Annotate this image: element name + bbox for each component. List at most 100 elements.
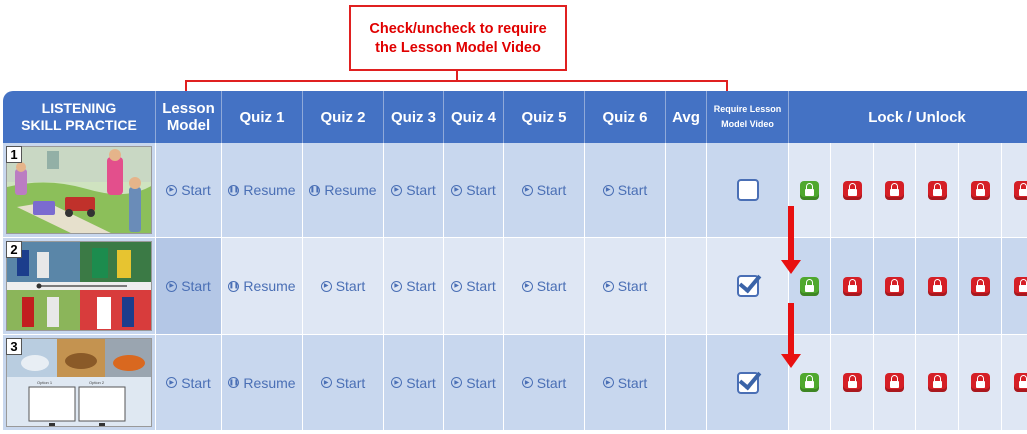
lock-cell	[959, 238, 1002, 335]
header-quiz-1: Quiz 1	[222, 91, 303, 143]
play-circle-icon: ▶	[521, 184, 533, 196]
play-circle-icon: ▶	[602, 280, 614, 292]
quiz5-start-button[interactable]: ▶ Start	[504, 335, 585, 431]
header-avg: Avg	[666, 91, 707, 143]
padlock-red-icon[interactable]	[1013, 276, 1027, 296]
lock-cell	[1002, 143, 1027, 238]
quiz6-start-button[interactable]: ▶ Start	[585, 335, 666, 431]
play-circle-icon: ▶	[166, 377, 178, 388]
action-label: Start	[406, 182, 436, 198]
padlock-red-icon[interactable]	[1013, 180, 1027, 200]
padlock-red-icon[interactable]	[885, 276, 904, 296]
action-label: Resume	[243, 374, 296, 391]
play-circle-icon: ▶	[451, 280, 463, 292]
header-quiz-2: Quiz 2	[303, 91, 384, 143]
header-skill-practice: LISTENING SKILL PRACTICE	[3, 91, 156, 143]
quiz6-start-button[interactable]: ▶ Start	[585, 143, 666, 238]
lesson-start-button[interactable]: ▶ Start	[156, 335, 222, 431]
header-req-line1: Require Lesson	[713, 104, 782, 114]
play-circle-icon: ▶	[602, 184, 614, 196]
require-video-checkbox[interactable]	[736, 179, 759, 201]
require-video-checkbox[interactable]	[736, 275, 759, 297]
quiz2-start-button[interactable]: ▶ Start	[303, 238, 384, 335]
padlock-red-icon[interactable]	[970, 373, 990, 392]
play-circle-icon: ▶	[521, 280, 533, 292]
quiz1-resume-button[interactable]: ❚❚ Resume	[222, 335, 303, 431]
option-1-label: Option 1	[37, 380, 53, 385]
lock-cell	[874, 335, 916, 431]
lesson-thumbnail-1[interactable]: 1	[3, 143, 156, 238]
avg-cell	[666, 143, 707, 238]
lock-cell	[959, 335, 1002, 431]
padlock-red-icon[interactable]	[1013, 373, 1027, 392]
quiz3-start-button[interactable]: ▶ Start	[384, 335, 444, 431]
pause-circle-icon: ❚❚	[309, 184, 321, 196]
require-video-cell	[707, 238, 789, 335]
padlock-red-icon[interactable]	[842, 276, 862, 296]
lesson-start-button[interactable]: ▶ Start	[156, 143, 222, 238]
play-circle-icon: ▶	[521, 377, 533, 388]
lesson-thumbnail-2[interactable]: 2	[3, 238, 156, 335]
padlock-red-icon[interactable]	[970, 276, 990, 296]
quiz5-start-button[interactable]: ▶ Start	[504, 143, 585, 238]
play-circle-icon: ▶	[391, 280, 403, 292]
skill-practice-table: LISTENING SKILL PRACTICE Lesson Model Qu…	[3, 91, 1027, 431]
require-video-callout: Check/uncheck to require the Lesson Mode…	[349, 5, 567, 71]
header-quiz-3: Quiz 3	[384, 91, 444, 143]
pause-circle-icon: ❚❚	[228, 280, 240, 292]
lock-cell	[1002, 238, 1027, 335]
header-lesson-line1: Lesson	[162, 100, 215, 117]
quiz2-resume-button[interactable]: ❚❚ Resume	[303, 143, 384, 238]
padlock-green-icon[interactable]	[800, 180, 819, 200]
quiz1-resume-button[interactable]: ❚❚ Resume	[222, 238, 303, 335]
action-label: Start	[335, 278, 366, 294]
quiz4-start-button[interactable]: ▶ Start	[444, 335, 504, 431]
lock-cell	[916, 335, 959, 431]
down-arrow-icon	[781, 303, 801, 368]
padlock-red-icon[interactable]	[842, 180, 862, 200]
pause-circle-icon: ❚❚	[228, 377, 240, 388]
lock-cell	[789, 238, 831, 335]
lock-cell	[789, 335, 831, 431]
action-label: Start	[181, 278, 211, 294]
play-circle-icon: ▶	[602, 377, 614, 388]
padlock-red-icon[interactable]	[842, 373, 862, 392]
require-video-checkbox[interactable]	[736, 371, 759, 394]
action-label: Start	[536, 278, 567, 294]
play-circle-icon: ▶	[451, 184, 463, 196]
action-label: Start	[466, 182, 496, 198]
lesson-thumbnail-3[interactable]: 3 Option 1 Option 2	[3, 335, 156, 431]
quiz4-start-button[interactable]: ▶ Start	[444, 143, 504, 238]
avg-cell	[666, 238, 707, 335]
quiz1-resume-button[interactable]: ❚❚ Resume	[222, 143, 303, 238]
padlock-red-icon[interactable]	[927, 373, 947, 392]
action-label: Start	[181, 374, 211, 391]
action-label: Start	[617, 182, 648, 198]
option-2-label: Option 2	[89, 380, 105, 385]
header-quiz-6: Quiz 6	[585, 91, 666, 143]
row-number: 1	[6, 146, 22, 163]
soccer-collage-image	[6, 241, 152, 331]
padlock-red-icon[interactable]	[970, 180, 990, 200]
padlock-green-icon[interactable]	[800, 276, 819, 296]
lock-cell	[959, 143, 1002, 238]
padlock-red-icon[interactable]	[885, 373, 904, 392]
quiz3-start-button[interactable]: ▶ Start	[384, 238, 444, 335]
padlock-red-icon[interactable]	[927, 276, 947, 296]
play-circle-icon: ▶	[320, 377, 332, 388]
pause-circle-icon: ❚❚	[228, 184, 240, 196]
quiz4-start-button[interactable]: ▶ Start	[444, 238, 504, 335]
lesson-start-button[interactable]: ▶ Start	[156, 238, 222, 335]
padlock-red-icon[interactable]	[885, 180, 904, 200]
lock-cell	[831, 335, 874, 431]
quiz3-start-button[interactable]: ▶ Start	[384, 143, 444, 238]
header-quiz-4: Quiz 4	[444, 91, 504, 143]
padlock-green-icon[interactable]	[800, 373, 819, 392]
quiz2-start-button[interactable]: ▶ Start	[303, 335, 384, 431]
padlock-red-icon[interactable]	[927, 180, 947, 200]
quiz5-start-button[interactable]: ▶ Start	[504, 238, 585, 335]
quiz6-start-button[interactable]: ▶ Start	[585, 238, 666, 335]
lock-cell	[874, 238, 916, 335]
action-label: Resume	[243, 182, 296, 198]
require-video-cell	[707, 335, 789, 431]
